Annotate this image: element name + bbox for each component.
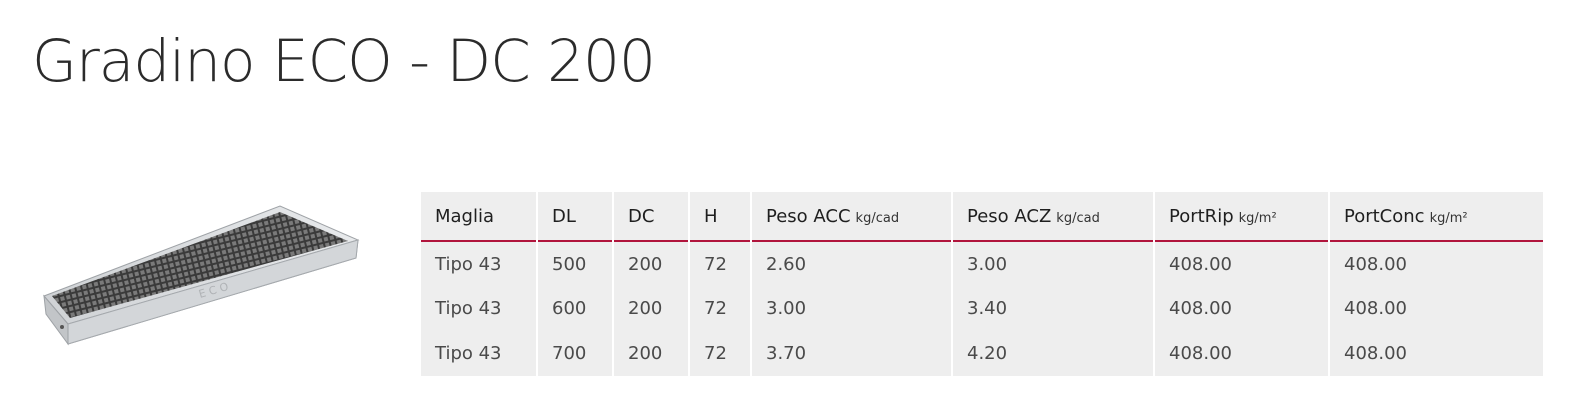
column-header-peso-acc: Peso ACC kg/cad: [751, 192, 953, 241]
table-cell: 500: [537, 241, 614, 286]
table-cell: 72: [689, 331, 752, 376]
table-cell: 3.40: [952, 286, 1155, 331]
table-cell: 408.00: [1344, 253, 1407, 275]
table-cell: 3.00: [751, 286, 953, 331]
grating-step-image: E C O: [43, 205, 360, 346]
table-cell: 3.00: [952, 241, 1155, 286]
table-cell: Tipo 43: [421, 286, 538, 331]
table-cell: 3.70: [751, 331, 953, 376]
column-header-portrip: PortRip kg/m²: [1154, 192, 1330, 241]
table-cell: Tipo 43: [421, 331, 538, 376]
table-cell: 2.60: [751, 241, 953, 286]
unit-label: kg/m²: [1238, 210, 1277, 226]
table-cell: 4.20: [952, 331, 1155, 376]
unit-label: kg/m²: [1429, 210, 1468, 226]
table-row: Tipo 43 700 200 72 3.70 4.20 408.00 408.…: [421, 331, 1543, 376]
table-cell: 200: [613, 286, 690, 331]
page-title: Gradino ECO - DC 200: [32, 27, 656, 95]
column-header-dc: DC: [613, 192, 690, 241]
column-header-portconc: PortConc kg/m²: [1344, 205, 1468, 227]
unit-label: kg/cad: [855, 210, 900, 226]
table-cell: 600: [537, 286, 614, 331]
table-cell: 200: [613, 331, 690, 376]
table-cell: 72: [689, 241, 752, 286]
column-header-h: H: [689, 192, 752, 241]
table-cell: 408.00: [1154, 241, 1330, 286]
table-cell: 408.00: [1344, 298, 1407, 319]
unit-label: kg/cad: [1056, 210, 1100, 226]
table-cell: 200: [613, 241, 690, 286]
table-header-row: Maglia DL DC H Peso ACC kg/cad Peso ACZ kg…: [421, 192, 1543, 241]
column-header-dl: DL: [537, 192, 614, 241]
table-cell: 408.00: [1344, 343, 1407, 364]
table-cell: 72: [689, 286, 752, 331]
table-cell: 408.00: [1154, 286, 1330, 331]
table-cell: 700: [537, 331, 614, 376]
table-row: Tipo 43 500 200 72 2.60 3.00 408.00 408.…: [421, 241, 1543, 286]
table-row: Tipo 43 600 200 72 3.00 3.40 408.00 408.…: [421, 286, 1543, 331]
table-cell: Tipo 43: [421, 241, 538, 286]
column-header-maglia: Maglia: [421, 192, 538, 241]
table-cell: 408.00: [1154, 331, 1330, 376]
specs-table: Maglia DL DC H Peso ACC kg/cad Peso ACZ kg…: [421, 192, 1543, 376]
column-header-peso-acz: Peso ACZ kg/cad: [952, 192, 1155, 241]
